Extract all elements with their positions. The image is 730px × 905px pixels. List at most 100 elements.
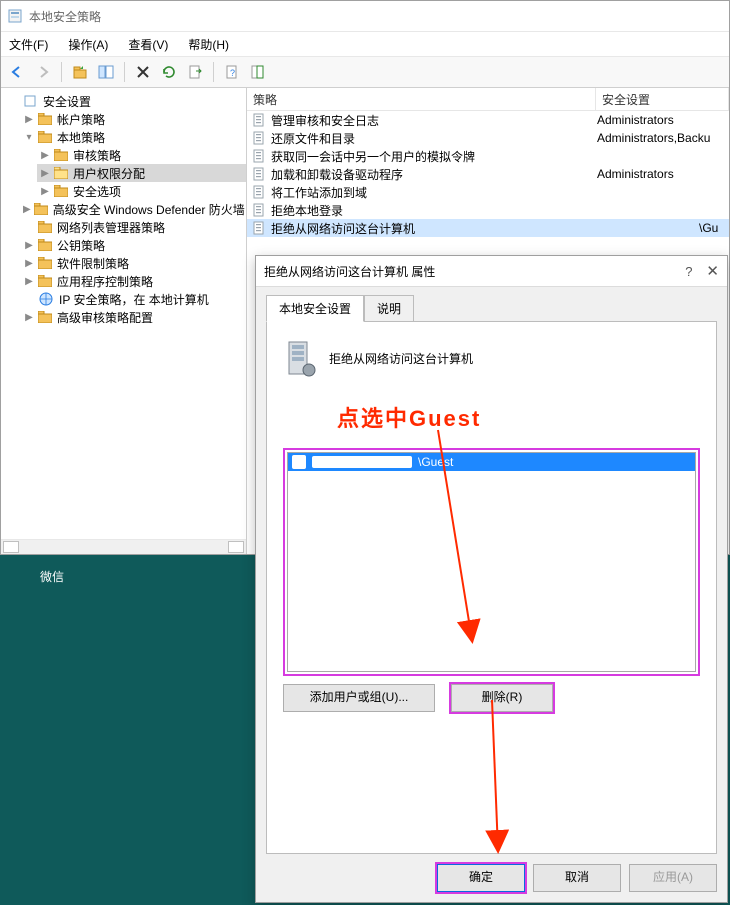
folder-icon xyxy=(34,203,48,215)
user-label: \Guest xyxy=(418,455,453,469)
globe-icon xyxy=(38,291,54,307)
toolbar: ? xyxy=(1,57,729,88)
policy-setting: \Gu xyxy=(591,221,729,235)
tab-local-security[interactable]: 本地安全设置 xyxy=(266,295,364,322)
annotation-text: 点选中Guest xyxy=(337,401,481,433)
dialog-titlebar: 拒绝从网络访问这台计算机 属性 ? ✕ xyxy=(256,256,727,287)
folder-icon xyxy=(38,239,52,251)
policy-icon xyxy=(251,220,267,236)
menu-help[interactable]: 帮助(H) xyxy=(184,34,233,55)
users-listbox-highlight: \Guest xyxy=(283,448,700,676)
menu-file[interactable]: 文件(F) xyxy=(5,34,52,55)
tab-page: 拒绝从网络访问这台计算机 \Guest 添加用户或组(U)... 删除(R) xyxy=(266,321,717,854)
help-button[interactable]: ? xyxy=(220,60,244,84)
tab-description[interactable]: 说明 xyxy=(364,295,414,322)
toolbar-separator xyxy=(124,62,125,82)
tree-local-policy[interactable]: ▾本地策略 xyxy=(21,128,246,146)
policy-row[interactable]: 获取同一会话中另一个用户的模拟令牌 xyxy=(247,147,729,165)
users-listbox[interactable]: \Guest xyxy=(287,452,696,672)
tree-netlistmgr[interactable]: ▶网络列表管理器策略 xyxy=(21,218,246,236)
policy-setting: Administrators,Backu xyxy=(591,131,729,145)
titlebar: 本地安全策略 xyxy=(1,1,729,32)
tree-pane: ▶ 安全设置 ▶帐户策略 ▾本地策略 ▶审核策略 xyxy=(1,88,247,554)
policy-row[interactable]: 还原文件和目录 Administrators,Backu xyxy=(247,129,729,147)
policy-name: 将工作站添加到域 xyxy=(271,184,367,201)
svg-text:?: ? xyxy=(230,68,235,78)
tree-softrestrict[interactable]: ▶软件限制策略 xyxy=(21,254,246,272)
policy-setting: Administrators xyxy=(591,113,729,127)
app-icon xyxy=(7,8,23,24)
tree-account-policy[interactable]: ▶帐户策略 xyxy=(21,110,246,128)
menu-action[interactable]: 操作(A) xyxy=(64,34,112,55)
redacted xyxy=(312,456,412,468)
policy-row[interactable]: 将工作站添加到域 xyxy=(247,183,729,201)
folder-icon xyxy=(38,257,52,269)
policy-row[interactable]: 拒绝本地登录 xyxy=(247,201,729,219)
folder-icon xyxy=(38,131,52,143)
policy-icon xyxy=(251,166,267,182)
security-root-icon xyxy=(22,93,38,109)
taskbar-item-wechat[interactable]: 微信 xyxy=(40,568,64,585)
folder-icon xyxy=(38,113,52,125)
policy-name: 拒绝从网络访问这台计算机 xyxy=(271,220,415,237)
policy-row[interactable]: 管理审核和安全日志Administrators xyxy=(247,111,729,129)
policy-row-selected[interactable]: 拒绝从网络访问这台计算机 \Gu xyxy=(247,219,729,237)
add-user-button[interactable]: 添加用户或组(U)... xyxy=(283,684,435,712)
close-icon[interactable]: ✕ xyxy=(706,262,719,280)
tree-publickey[interactable]: ▶公钥策略 xyxy=(21,236,246,254)
tree-advaudit[interactable]: ▶高级审核策略配置 xyxy=(21,308,246,326)
help-icon[interactable]: ? xyxy=(685,264,692,279)
export-button[interactable] xyxy=(183,60,207,84)
ok-button[interactable]: 确定 xyxy=(437,864,525,892)
folder-icon xyxy=(54,149,68,161)
policy-name: 拒绝从网络访问这台计算机 xyxy=(329,350,473,367)
back-button[interactable] xyxy=(5,60,29,84)
policy-setting: Administrators xyxy=(591,167,729,181)
tree-audit-policy[interactable]: ▶审核策略 xyxy=(37,146,246,164)
folder-icon xyxy=(38,221,52,233)
tree-user-rights[interactable]: ▶用户权限分配 xyxy=(37,164,246,182)
tree-area[interactable]: ▶ 安全设置 ▶帐户策略 ▾本地策略 ▶审核策略 xyxy=(1,88,246,539)
delete-button[interactable]: 删除(R) xyxy=(451,684,553,712)
dialog-title: 拒绝从网络访问这台计算机 属性 xyxy=(264,263,435,280)
tree-defender[interactable]: ▶高级安全 Windows Defender 防火墙 xyxy=(21,200,246,218)
toolbar-separator xyxy=(61,62,62,82)
properties-dialog: 拒绝从网络访问这台计算机 属性 ? ✕ 本地安全设置 说明 拒绝从网络访问这台计… xyxy=(255,255,728,903)
policy-icon xyxy=(251,202,267,218)
folder-icon xyxy=(38,275,52,287)
cancel-button[interactable]: 取消 xyxy=(533,864,621,892)
show-hide-tree-button[interactable] xyxy=(94,60,118,84)
menubar: 文件(F) 操作(A) 查看(V) 帮助(H) xyxy=(1,32,729,57)
up-button[interactable] xyxy=(68,60,92,84)
tree-security-options[interactable]: ▶安全选项 xyxy=(37,182,246,200)
toolbar-separator xyxy=(213,62,214,82)
policy-row[interactable]: 加载和卸载设备驱动程序Administrators xyxy=(247,165,729,183)
refresh-button[interactable] xyxy=(157,60,181,84)
forward-button[interactable] xyxy=(31,60,55,84)
window-title: 本地安全策略 xyxy=(29,8,101,25)
menu-view[interactable]: 查看(V) xyxy=(124,34,172,55)
policy-name: 拒绝本地登录 xyxy=(271,202,343,219)
server-icon xyxy=(283,338,317,378)
tree-ippolicy[interactable]: ▶IP 安全策略，在 本地计算机 xyxy=(21,290,246,308)
dialog-button-row: 确定 取消 应用(A) xyxy=(256,854,727,902)
tree-appcontrol[interactable]: ▶应用程序控制策略 xyxy=(21,272,246,290)
policy-header: 拒绝从网络访问这台计算机 xyxy=(283,338,700,378)
col-setting[interactable]: 安全设置 xyxy=(596,88,729,110)
policy-name: 获取同一会话中另一个用户的模拟令牌 xyxy=(271,148,475,165)
policy-name: 还原文件和目录 xyxy=(271,130,355,147)
tree-horizontal-scrollbar[interactable] xyxy=(1,539,246,554)
folder-icon xyxy=(54,185,68,197)
user-button-row: 添加用户或组(U)... 删除(R) xyxy=(283,684,700,712)
properties-button[interactable] xyxy=(246,60,270,84)
dialog-body: 本地安全设置 说明 拒绝从网络访问这台计算机 \Guest xyxy=(256,287,727,854)
user-icon xyxy=(292,455,306,469)
list-item-guest[interactable]: \Guest xyxy=(288,453,695,471)
apply-button[interactable]: 应用(A) xyxy=(629,864,717,892)
policy-icon xyxy=(251,112,267,128)
delete-button[interactable] xyxy=(131,60,155,84)
col-policy[interactable]: 策略 xyxy=(247,88,596,110)
policy-icon xyxy=(251,130,267,146)
folder-icon xyxy=(38,311,52,323)
tree-root[interactable]: ▶ 安全设置 xyxy=(5,92,246,110)
